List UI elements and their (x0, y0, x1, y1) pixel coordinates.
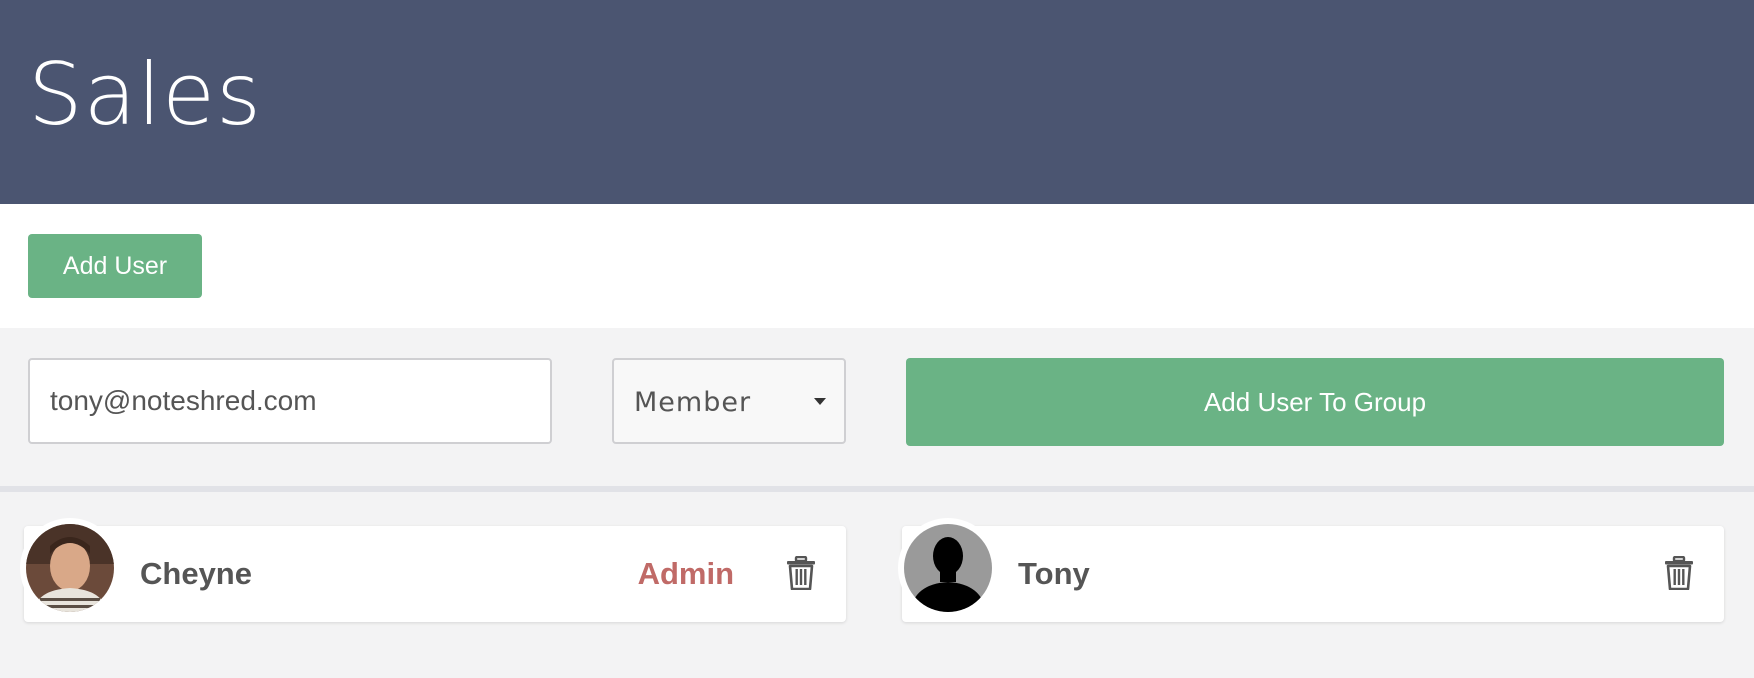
add-user-to-group-button[interactable]: Add User To Group (906, 358, 1724, 446)
avatar (898, 518, 998, 618)
member-name: Tony (1018, 556, 1090, 591)
member-name: Cheyne (140, 556, 252, 591)
add-user-form: Member Add User To Group (0, 328, 1754, 488)
add-user-button[interactable]: Add User (28, 234, 202, 298)
role-select-value: Member (634, 387, 752, 418)
member-role-badge: Admin (637, 556, 734, 591)
caret-down-icon (814, 398, 826, 405)
member-list: Cheyne Admin Tony (0, 492, 1754, 678)
role-select[interactable]: Member (612, 358, 846, 444)
member-card: Cheyne Admin (20, 518, 846, 622)
email-input[interactable] (28, 358, 552, 444)
page-header: Sales (0, 0, 1754, 204)
page-title: Sales (28, 45, 262, 145)
toolbar: Add User (0, 204, 1754, 328)
avatar (20, 518, 120, 618)
trash-icon[interactable] (786, 556, 816, 590)
avatar-silhouette-icon (904, 524, 992, 612)
member-card: Tony (898, 518, 1724, 622)
trash-icon[interactable] (1664, 556, 1694, 590)
avatar-photo (26, 524, 114, 612)
